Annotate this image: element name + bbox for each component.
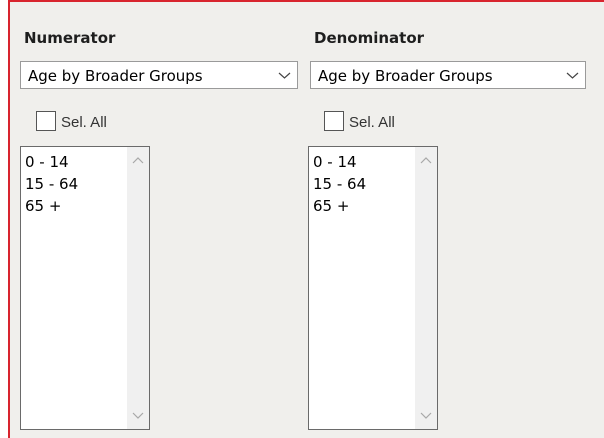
denominator-heading: Denominator xyxy=(314,29,425,47)
scroll-down-arrow-icon[interactable] xyxy=(420,412,432,420)
scroll-down-arrow-icon[interactable] xyxy=(132,412,144,420)
denominator-list-item[interactable]: 0 - 14 xyxy=(313,151,366,173)
numerator-select-all-checkbox[interactable] xyxy=(36,111,56,131)
denominator-select-all-checkbox[interactable] xyxy=(324,111,344,131)
numerator-dropdown-value: Age by Broader Groups xyxy=(28,67,203,85)
denominator-dropdown[interactable]: Age by Broader Groups xyxy=(310,61,586,89)
denominator-scrollbar[interactable] xyxy=(415,147,437,429)
denominator-list-item[interactable]: 65 + xyxy=(313,195,366,217)
chevron-down-icon xyxy=(566,72,579,79)
numerator-scrollbar[interactable] xyxy=(127,147,149,429)
chevron-down-icon xyxy=(278,72,291,79)
numerator-list-item[interactable]: 15 - 64 xyxy=(25,173,78,195)
scroll-up-arrow-icon[interactable] xyxy=(420,156,432,164)
denominator-listbox[interactable]: 0 - 14 15 - 64 65 + xyxy=(308,146,438,430)
denominator-list-item[interactable]: 15 - 64 xyxy=(313,173,366,195)
numerator-list-item[interactable]: 65 + xyxy=(25,195,78,217)
denominator-select-all-label: Sel. All xyxy=(349,114,395,131)
numerator-listbox[interactable]: 0 - 14 15 - 64 65 + xyxy=(20,146,150,430)
selection-panel: Numerator Age by Broader Groups Sel. All… xyxy=(8,0,604,438)
numerator-dropdown[interactable]: Age by Broader Groups xyxy=(20,61,298,89)
scroll-up-arrow-icon[interactable] xyxy=(132,156,144,164)
numerator-heading: Numerator xyxy=(24,29,116,47)
numerator-list-item[interactable]: 0 - 14 xyxy=(25,151,78,173)
numerator-select-all-label: Sel. All xyxy=(61,114,107,131)
denominator-dropdown-value: Age by Broader Groups xyxy=(318,67,493,85)
